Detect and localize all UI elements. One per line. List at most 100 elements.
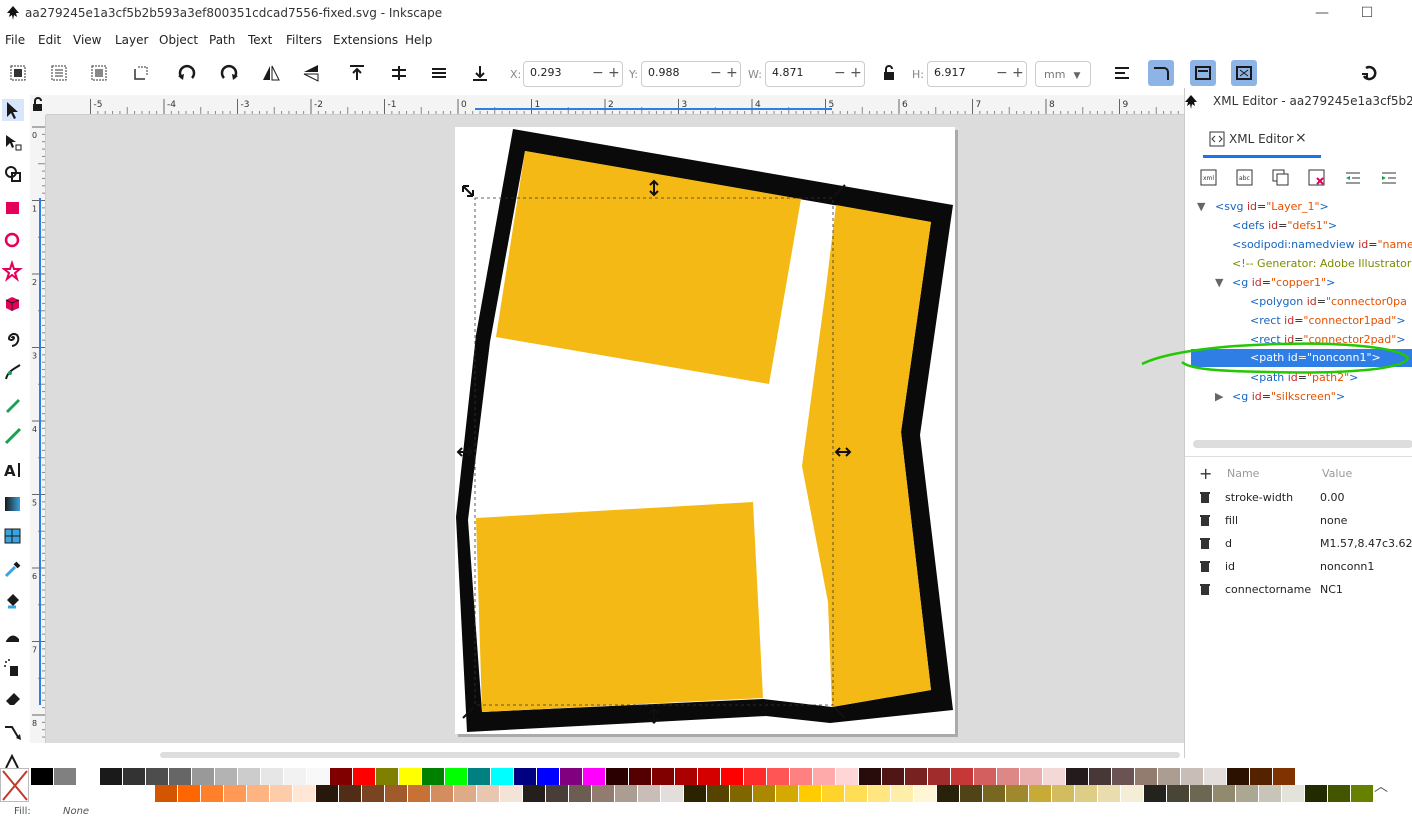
- color-swatch[interactable]: [1066, 768, 1088, 785]
- snap-toggle-icon[interactable]: [1356, 60, 1382, 86]
- color-swatch[interactable]: [293, 785, 315, 802]
- menu-path[interactable]: Path: [209, 33, 235, 47]
- trash-icon[interactable]: [1199, 514, 1211, 530]
- w-input[interactable]: [772, 66, 830, 79]
- node-tool-icon[interactable]: [2, 131, 24, 153]
- unindent-node-icon[interactable]: [1343, 168, 1363, 188]
- color-swatch[interactable]: [1075, 785, 1097, 802]
- color-swatch[interactable]: [652, 768, 674, 785]
- attr-value[interactable]: M1.57,8.47c3.62: [1320, 537, 1412, 550]
- unit-select[interactable]: mm ▼: [1035, 61, 1091, 87]
- star-tool-icon[interactable]: [1, 259, 24, 282]
- connector-tool-icon[interactable]: [2, 721, 24, 743]
- expander-open-icon[interactable]: ▼: [1215, 276, 1223, 289]
- color-swatch[interactable]: [399, 768, 421, 785]
- color-swatch[interactable]: [960, 785, 982, 802]
- color-swatch[interactable]: [31, 768, 53, 785]
- xml-node-comment[interactable]: <!-- Generator: Adobe Illustrator: [1232, 257, 1411, 270]
- color-swatch[interactable]: [882, 768, 904, 785]
- menu-edit[interactable]: Edit: [38, 33, 61, 47]
- color-swatch[interactable]: [914, 785, 936, 802]
- color-swatch[interactable]: [178, 785, 200, 802]
- horizontal-ruler[interactable]: -5 -4 -3 -2 -1 0 1 2 3 4 5 6 7 8 9: [46, 95, 1186, 115]
- color-swatch[interactable]: [721, 768, 743, 785]
- color-swatch[interactable]: [661, 785, 683, 802]
- color-swatch[interactable]: [592, 785, 614, 802]
- color-swatch[interactable]: [1112, 768, 1134, 785]
- color-swatch[interactable]: [491, 768, 513, 785]
- color-swatch[interactable]: [224, 785, 246, 802]
- xml-node-namedview[interactable]: <sodipodi:namedview id="name: [1232, 238, 1412, 251]
- color-swatch[interactable]: [546, 785, 568, 802]
- color-swatch[interactable]: [1351, 785, 1373, 802]
- color-swatch[interactable]: [1121, 785, 1143, 802]
- color-swatch[interactable]: [215, 768, 237, 785]
- color-swatch[interactable]: [514, 768, 536, 785]
- color-swatch[interactable]: [100, 768, 122, 785]
- color-swatch[interactable]: [684, 785, 706, 802]
- color-swatch[interactable]: [1236, 785, 1258, 802]
- color-swatch[interactable]: [891, 785, 913, 802]
- attr-value[interactable]: nonconn1: [1320, 560, 1374, 573]
- color-swatch[interactable]: [606, 768, 628, 785]
- selector-tool-icon[interactable]: [2, 99, 24, 121]
- color-swatch[interactable]: [247, 785, 269, 802]
- color-swatch[interactable]: [1213, 785, 1235, 802]
- color-swatch[interactable]: [468, 768, 490, 785]
- xml-node-polygon[interactable]: <polygon id="connector0pa: [1250, 295, 1407, 308]
- calligraphy-tool-icon[interactable]: [2, 425, 24, 447]
- color-swatch[interactable]: [261, 768, 283, 785]
- scale-stroke-icon[interactable]: [1109, 60, 1135, 86]
- maximize-button[interactable]: ☐: [1347, 2, 1387, 24]
- canvas[interactable]: [46, 115, 1184, 743]
- color-swatch[interactable]: [583, 768, 605, 785]
- color-swatch[interactable]: [822, 785, 844, 802]
- menu-extensions[interactable]: Extensions: [333, 33, 398, 47]
- color-swatch[interactable]: [675, 768, 697, 785]
- color-swatch[interactable]: [1181, 768, 1203, 785]
- add-attribute-icon[interactable]: +: [1199, 464, 1212, 483]
- color-swatch[interactable]: [905, 768, 927, 785]
- rotate-cw-icon[interactable]: [216, 60, 242, 86]
- h-input[interactable]: [934, 66, 992, 79]
- color-swatch[interactable]: [1204, 768, 1226, 785]
- h-decrement-button[interactable]: −: [996, 65, 1008, 81]
- color-swatch[interactable]: [983, 785, 1005, 802]
- chevron-up-icon[interactable]: ︿: [1374, 776, 1388, 796]
- shape-builder-icon[interactable]: [2, 163, 24, 185]
- x-increment-button[interactable]: +: [608, 65, 620, 81]
- color-swatch[interactable]: [1328, 785, 1350, 802]
- menu-view[interactable]: View: [73, 33, 101, 47]
- color-swatch[interactable]: [813, 768, 835, 785]
- color-swatch[interactable]: [1158, 768, 1180, 785]
- move-patterns-icon[interactable]: [1231, 60, 1257, 86]
- x-decrement-button[interactable]: −: [592, 65, 604, 81]
- color-swatch[interactable]: [629, 768, 651, 785]
- dropper-tool-icon[interactable]: [2, 558, 24, 580]
- color-swatch[interactable]: [836, 768, 858, 785]
- pencil-tool-icon[interactable]: [2, 393, 24, 415]
- color-swatch[interactable]: [353, 768, 375, 785]
- eraser-tool-icon[interactable]: [2, 687, 24, 709]
- color-swatch[interactable]: [928, 768, 950, 785]
- color-swatch[interactable]: [192, 768, 214, 785]
- color-swatch[interactable]: [638, 785, 660, 802]
- attr-name[interactable]: connectorname: [1225, 583, 1311, 596]
- color-swatch[interactable]: [1227, 768, 1249, 785]
- color-swatch[interactable]: [1098, 785, 1120, 802]
- color-swatch[interactable]: [408, 785, 430, 802]
- x-spinbox[interactable]: − +: [523, 61, 623, 87]
- 3d-box-tool-icon[interactable]: [2, 293, 24, 315]
- x-input[interactable]: [530, 66, 588, 79]
- trash-icon[interactable]: [1199, 491, 1211, 507]
- color-swatch[interactable]: [1282, 785, 1304, 802]
- color-swatch[interactable]: [454, 785, 476, 802]
- xml-node-defs[interactable]: <defs id="defs1">: [1232, 219, 1337, 232]
- color-swatch[interactable]: [560, 768, 582, 785]
- raise-to-top-icon[interactable]: [344, 60, 370, 86]
- select-all-icon[interactable]: [5, 60, 31, 86]
- color-swatch[interactable]: [500, 785, 522, 802]
- color-swatch[interactable]: [1089, 768, 1111, 785]
- horizontal-scrollbar[interactable]: [160, 752, 1180, 758]
- color-swatch[interactable]: [376, 768, 398, 785]
